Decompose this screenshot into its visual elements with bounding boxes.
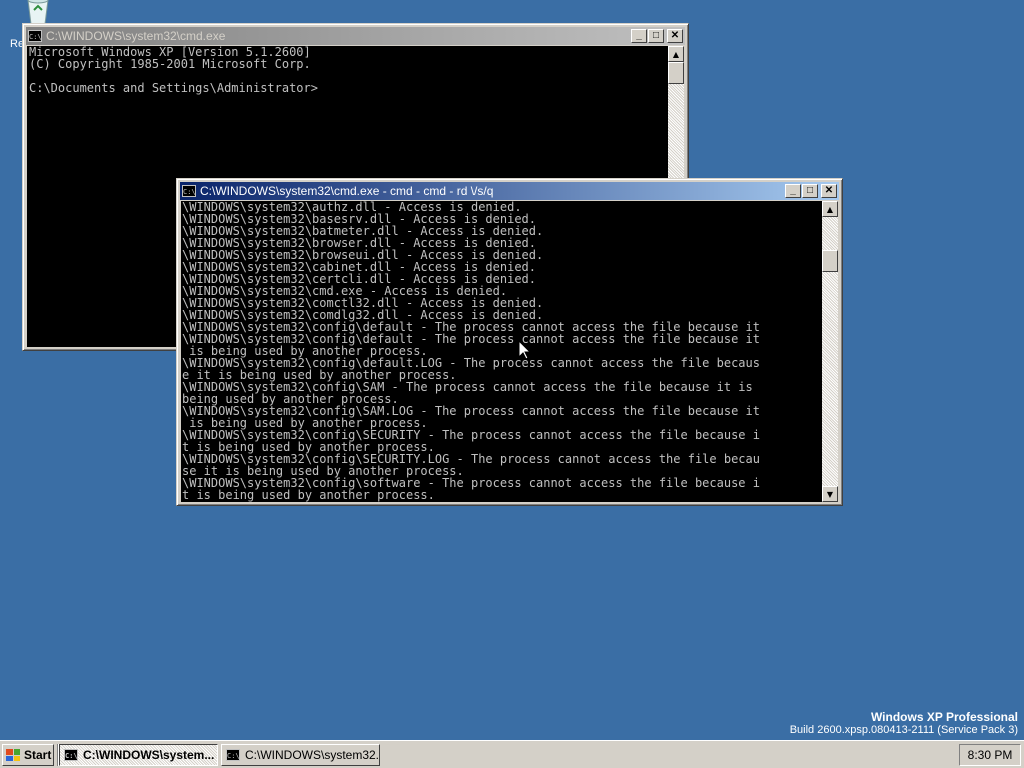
start-button[interactable]: Start bbox=[2, 744, 54, 766]
cmd-window-back-titlebar[interactable]: C:\ C:\WINDOWS\system32\cmd.exe _ □ ✕ bbox=[26, 27, 685, 45]
cmd-app-icon: C:\ bbox=[226, 749, 240, 761]
vertical-scrollbar-front[interactable]: ▲ ▼ bbox=[822, 201, 838, 502]
taskbar-item-cmd-2[interactable]: C:\ C:\WINDOWS\system32... bbox=[221, 744, 380, 766]
close-button[interactable]: ✕ bbox=[667, 29, 683, 43]
scroll-thumb[interactable] bbox=[822, 250, 838, 272]
maximize-button[interactable]: □ bbox=[648, 29, 664, 43]
windows-logo-icon bbox=[6, 749, 20, 761]
os-version-watermark: Windows XP Professional Build 2600.xpsp.… bbox=[790, 710, 1018, 736]
arrow-up-icon: ▲ bbox=[826, 204, 834, 214]
system-tray-clock[interactable]: 8:30 PM bbox=[959, 744, 1021, 766]
maximize-button[interactable]: □ bbox=[802, 184, 818, 198]
minimize-button[interactable]: _ bbox=[785, 184, 801, 198]
os-build: Build 2600.xpsp.080413-2111 (Service Pac… bbox=[789, 724, 1018, 736]
scroll-thumb[interactable] bbox=[668, 62, 684, 84]
maximize-icon: □ bbox=[806, 185, 814, 196]
cmd-app-icon: C:\ bbox=[64, 749, 78, 761]
arrow-up-icon: ▲ bbox=[672, 49, 680, 59]
cmd-app-icon[interactable]: C:\ bbox=[182, 185, 196, 197]
maximize-icon: □ bbox=[652, 30, 660, 41]
start-label: Start bbox=[24, 748, 52, 762]
window-title: C:\WINDOWS\system32\cmd.exe bbox=[46, 29, 226, 43]
console-line: (C) Copyright 1985-2001 Microsoft Corp. bbox=[29, 57, 311, 71]
minimize-icon: _ bbox=[790, 185, 796, 196]
scroll-up-button[interactable]: ▲ bbox=[822, 201, 838, 217]
scroll-up-button[interactable]: ▲ bbox=[668, 46, 684, 62]
cmd-app-icon[interactable]: C:\ bbox=[28, 30, 42, 42]
close-icon: ✕ bbox=[670, 30, 680, 41]
close-button[interactable]: ✕ bbox=[821, 184, 837, 198]
taskbar: Start C:\ C:\WINDOWS\system... C:\ C:\WI… bbox=[0, 740, 1024, 768]
cmd-window-front[interactable]: C:\ C:\WINDOWS\system32\cmd.exe - cmd - … bbox=[176, 178, 843, 506]
minimize-button[interactable]: _ bbox=[631, 29, 647, 43]
arrow-down-icon: ▼ bbox=[826, 489, 834, 499]
minimize-icon: _ bbox=[636, 30, 642, 41]
scroll-down-button[interactable]: ▼ bbox=[822, 486, 838, 502]
os-name: Windows XP Professional bbox=[870, 710, 1018, 724]
clock-time: 8:30 PM bbox=[967, 748, 1013, 762]
close-icon: ✕ bbox=[824, 185, 834, 196]
console-output-front[interactable]: \WINDOWS\system32\authz.dll - Access is … bbox=[181, 201, 822, 502]
mouse-pointer-icon bbox=[519, 341, 531, 360]
taskbar-item-label: C:\WINDOWS\system32... bbox=[245, 748, 380, 762]
taskbar-item-label: C:\WINDOWS\system... bbox=[83, 748, 215, 762]
cmd-window-front-titlebar[interactable]: C:\ C:\WINDOWS\system32\cmd.exe - cmd - … bbox=[180, 182, 839, 200]
window-title: C:\WINDOWS\system32\cmd.exe - cmd - cmd … bbox=[200, 184, 494, 198]
console-line: C:\Documents and Settings\Administrator> bbox=[29, 81, 318, 95]
taskbar-item-cmd-1[interactable]: C:\ C:\WINDOWS\system... bbox=[59, 744, 218, 766]
console-line: t is being used by another process. bbox=[182, 488, 435, 502]
